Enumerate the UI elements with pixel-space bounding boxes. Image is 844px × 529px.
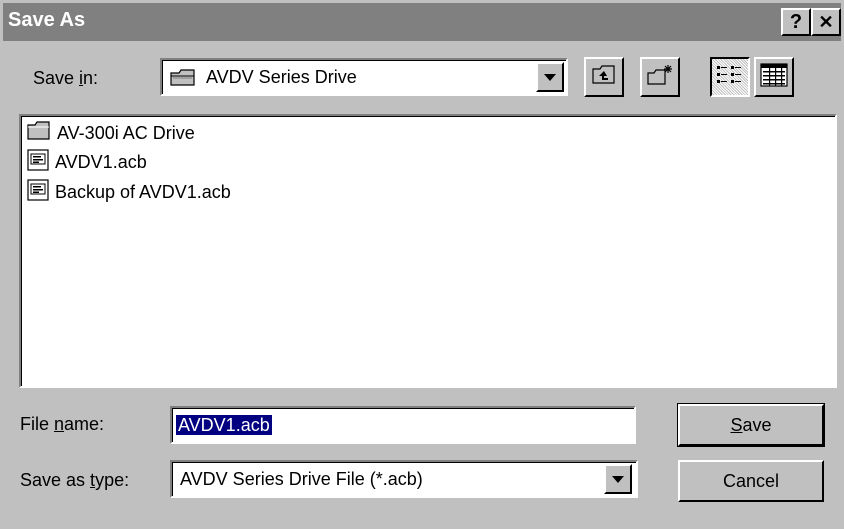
file-name-value: AVDV1.acb (176, 415, 272, 435)
save-as-type-label-suffix: ype: (95, 470, 130, 490)
save-in-label-prefix: Save (33, 68, 80, 88)
save-button-mnemonic: S (730, 414, 743, 435)
list-view-button[interactable] (710, 57, 750, 97)
save-button[interactable]: Save (677, 403, 825, 447)
create-new-folder-button[interactable] (640, 57, 680, 97)
file-name-label-prefix: File (20, 414, 55, 434)
file-name-label: File name: (20, 414, 104, 435)
save-button-rest: ave (742, 414, 772, 435)
file-name-label-suffix: ame: (64, 414, 105, 434)
details-view-icon (760, 62, 788, 92)
cancel-button-label: Cancel (722, 470, 780, 491)
folder-icon (27, 120, 51, 146)
file-name-text: AV-300i AC Drive (57, 122, 195, 143)
chevron-down-icon (544, 73, 556, 81)
save-as-type-label-prefix: Save as (20, 470, 91, 490)
file-name-text: Backup of AVDV1.acb (55, 181, 231, 202)
list-view-icon (716, 64, 744, 91)
help-button[interactable]: ? (781, 8, 811, 36)
dialog-title: Save As (8, 9, 86, 31)
details-view-button[interactable] (754, 57, 794, 97)
list-item-file[interactable]: AVDV1.acb (27, 148, 147, 176)
list-item-folder[interactable]: AV-300i AC Drive (27, 120, 195, 146)
cancel-button[interactable]: Cancel (678, 460, 824, 502)
close-icon: ✕ (818, 11, 834, 32)
list-item-file[interactable]: Backup of AVDV1.acb (27, 178, 231, 206)
save-as-dialog: Save As ? ✕ Save in: AVDV Series Drive A… (0, 0, 844, 529)
up-one-level-icon (592, 64, 616, 90)
file-list[interactable]: AV-300i AC Drive AVDV1.acb Backup of AVD… (19, 114, 837, 388)
save-in-label: Save in: (33, 68, 98, 89)
up-one-level-button[interactable] (584, 57, 624, 97)
save-as-type-combo[interactable]: AVDV Series Drive File (*.acb) (170, 460, 638, 498)
document-icon (27, 178, 49, 206)
close-button[interactable]: ✕ (811, 8, 841, 36)
save-as-type-dropdown-button[interactable] (604, 464, 632, 494)
save-in-value: AVDV Series Drive (206, 67, 357, 87)
save-as-type-label: Save as type: (20, 470, 129, 491)
save-in-combo[interactable]: AVDV Series Drive (160, 58, 568, 96)
save-in-label-suffix: n: (83, 68, 99, 88)
save-as-type-value: AVDV Series Drive File (*.acb) (180, 469, 423, 489)
file-name-field[interactable]: AVDV1.acb (170, 406, 636, 444)
chevron-down-icon (612, 475, 624, 483)
help-icon: ? (789, 10, 803, 33)
title-bar[interactable]: Save As ? ✕ (3, 3, 841, 41)
document-icon (27, 148, 49, 176)
file-name-text: AVDV1.acb (55, 151, 147, 172)
create-new-folder-icon (647, 64, 673, 91)
drive-folder-icon (170, 68, 196, 93)
save-button-label: Save (730, 415, 771, 436)
save-in-dropdown-button[interactable] (536, 62, 564, 92)
file-name-label-mnemonic: n (54, 414, 65, 434)
file-name-value-wrap: AVDV1.acb (176, 415, 272, 436)
